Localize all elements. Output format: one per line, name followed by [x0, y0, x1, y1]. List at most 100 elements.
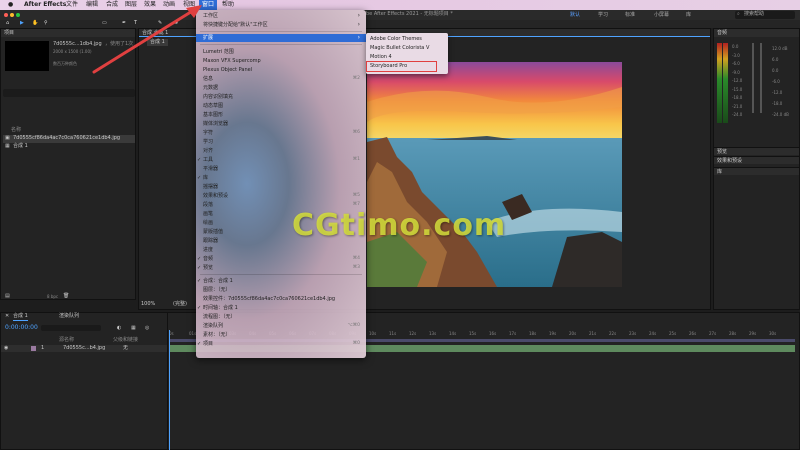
menu-item-character[interactable]: 字符 ⌘6 — [196, 129, 366, 137]
zoom-dropdown[interactable]: 100% — [141, 301, 155, 308]
menu-item-smoother[interactable]: 平滑器 — [196, 165, 366, 173]
submenu-item-magic-bullet-colorista[interactable]: Magic Bullet Colorista V — [366, 44, 448, 52]
menu-item-extensions[interactable]: 扩展 › — [196, 34, 366, 42]
menu-item-preview[interactable]: ✓ 预览 ⌘3 — [196, 264, 366, 272]
menu-item-essential-graphics[interactable]: 基本图形 — [196, 111, 366, 119]
watermark-text: CGtimo.com — [292, 208, 507, 243]
visibility-eye-icon[interactable]: ◉ — [4, 345, 8, 352]
menu-item-media-browser[interactable]: 媒体浏览器 — [196, 120, 366, 128]
home-icon[interactable]: ⌂ — [6, 20, 9, 27]
timeline-tab[interactable]: 合成 1 — [13, 313, 28, 321]
db-label: -12.0 — [772, 90, 783, 95]
apple-icon[interactable]: ● — [8, 1, 13, 9]
window-menu-dropdown: 工作区 › 将快捷键分配给"默认"工作区 › 扩展 › Lumetri 范围 Maxo… — [196, 10, 366, 358]
menu-help[interactable]: 帮助 — [222, 1, 234, 9]
selection-tool-icon[interactable]: ▶ — [20, 20, 24, 27]
menu-item-plexus[interactable]: Plexus Object Panel — [196, 66, 366, 74]
menu-item-project[interactable]: ✓ 项目 ⌘0 — [196, 340, 366, 348]
submenu-item-adobe-color-themes[interactable]: Adobe Color Themes — [366, 35, 448, 43]
db-label: -15.0 — [732, 86, 743, 92]
trash-icon[interactable]: 🗑 — [63, 293, 69, 300]
table-row[interactable]: ◉ 1 7d0555c...b4.jpg 无 — [1, 345, 167, 352]
menu-item-maxon-vfx[interactable]: Maxon VFX Supercomp — [196, 57, 366, 65]
timeline-search-input[interactable] — [41, 325, 101, 331]
footage-thumbnail — [5, 41, 49, 71]
composition-image[interactable] — [367, 62, 622, 287]
menu-item-audio[interactable]: ✓ 音频 ⌘4 — [196, 255, 366, 263]
menu-separator — [200, 274, 362, 275]
db-label: -24.0 — [732, 112, 743, 117]
menu-item-layer[interactable]: 图层：（无） — [196, 286, 366, 294]
menu-item-info[interactable]: 信息 ⌘2 — [196, 75, 366, 83]
search-help-input[interactable]: ⌕ 搜索帮助 — [735, 11, 795, 19]
frame-blending-icon[interactable]: ▦ — [131, 325, 136, 332]
workspace-library[interactable]: 库 — [686, 10, 691, 20]
menu-item-motion-sketch[interactable]: 动态草图 — [196, 102, 366, 110]
checkmark-icon: ✓ — [197, 256, 202, 262]
close-icon[interactable] — [4, 13, 8, 17]
db-label: -24.0 dB — [772, 112, 789, 117]
timeline-close-icon[interactable]: ✕ — [5, 313, 9, 320]
label-color-swatch[interactable] — [31, 346, 36, 351]
menu-item-render-queue[interactable]: 渲染队列 ⌥⌘0 — [196, 322, 366, 330]
library-panel[interactable]: 库 — [714, 167, 799, 175]
workspace-default[interactable]: 默认 — [570, 10, 580, 20]
bpc-indicator[interactable]: 8 bpc — [47, 293, 58, 300]
ruler-tick: 13s — [429, 331, 437, 336]
workspace-small-screen[interactable]: 小屏幕 — [654, 10, 669, 20]
interpret-footage-icon[interactable]: ▤ — [5, 293, 10, 300]
graph-editor-icon[interactable]: ◎ — [145, 325, 149, 332]
menu-item-content-aware-fill[interactable]: 内容识别填充 — [196, 93, 366, 101]
render-queue-tab[interactable]: 渲染队列 — [59, 313, 79, 320]
menu-item-effect-controls[interactable]: 效果控件：7d0555cf86da4ac7c0ca760621ce1db4.jp… — [196, 295, 366, 303]
workspace-standard[interactable]: 标准 — [625, 10, 635, 20]
timeline-panel: ✕ 合成 1 渲染队列 0:00:00:00 ◐ ▦ ◎ 源名称 父级和链接 ◉… — [0, 312, 800, 450]
menu-item-footage[interactable]: 素材：（无） — [196, 331, 366, 339]
list-item[interactable]: ▣ 7d0555cf86da4ac7c0ca760621ce1db4.jpg — [3, 135, 135, 143]
layer-parent[interactable]: 无 — [123, 345, 128, 352]
menu-item-learn[interactable]: 学习 — [196, 138, 366, 146]
maximize-icon[interactable] — [16, 13, 20, 17]
menu-item-tools[interactable]: ✓ 工具 ⌘1 — [196, 156, 366, 164]
minimize-icon[interactable] — [10, 13, 14, 17]
menu-file[interactable]: 文件 — [66, 1, 78, 9]
checkmark-icon: ✓ — [197, 157, 202, 163]
menu-item-align[interactable]: 对齐 — [196, 147, 366, 155]
list-item[interactable]: ▦ 合成 1 — [3, 143, 135, 151]
ruler-tick: 11s — [389, 331, 397, 336]
playhead[interactable] — [169, 330, 170, 450]
menu-item-libraries[interactable]: ✓ 库 — [196, 174, 366, 182]
menu-item-progress[interactable]: 进度 — [196, 246, 366, 254]
hand-tool-icon[interactable]: ✋ — [32, 20, 38, 27]
submenu-item-motion-4[interactable]: Motion 4 — [366, 53, 448, 61]
menu-item-wiggler[interactable]: 摇摆器 — [196, 183, 366, 191]
ruler-tick: 12s — [409, 331, 417, 336]
resolution-dropdown[interactable]: (完整) — [173, 301, 187, 308]
menu-item-workspace[interactable]: 工作区 › — [196, 12, 366, 20]
preview-panel[interactable]: 预览 — [714, 147, 799, 155]
annotation-arrow-icon — [92, 5, 202, 74]
project-search-input[interactable] — [3, 89, 135, 97]
image-file-icon: ▣ — [5, 135, 10, 141]
timecode-display[interactable]: 0:00:00:00 — [5, 324, 38, 331]
zoom-tool-icon[interactable]: ⚲ — [44, 20, 48, 27]
motion-blur-icon[interactable]: ◐ — [117, 325, 121, 332]
audio-slider-right[interactable] — [760, 43, 762, 113]
audio-panel: 音频 0.0 -3.0 -6.0 -9.0 -12.0 -15.0 -18.0 … — [713, 28, 800, 310]
menu-item-composition[interactable]: ✓ 合成：合成 1 — [196, 277, 366, 285]
menu-item-metadata[interactable]: 元数据 — [196, 84, 366, 92]
column-name-header[interactable]: 名称 — [11, 127, 21, 134]
menu-item-flowchart[interactable]: 流程图：（无） — [196, 313, 366, 321]
effects-presets-panel[interactable]: 效果和预设 — [714, 156, 799, 164]
workspace-learn[interactable]: 学习 — [598, 10, 608, 20]
menu-item-assign-shortcuts[interactable]: 将快捷键分配给"默认"工作区 › — [196, 21, 366, 29]
audio-slider-left[interactable] — [752, 43, 754, 113]
checkmark-icon: ✓ — [197, 341, 202, 347]
menu-item-effects-presets[interactable]: 效果和预设 ⌘5 — [196, 192, 366, 200]
menu-item-lumetri-scopes[interactable]: Lumetri 范围 — [196, 48, 366, 56]
app-menu[interactable]: After Effects — [24, 1, 66, 9]
menu-item-timeline[interactable]: ✓ 时间轴：合成 1 — [196, 304, 366, 312]
checkmark-icon: ✓ — [197, 265, 202, 271]
db-label: 6.0 — [772, 57, 779, 62]
layer-name[interactable]: 7d0555c...b4.jpg — [63, 345, 105, 352]
